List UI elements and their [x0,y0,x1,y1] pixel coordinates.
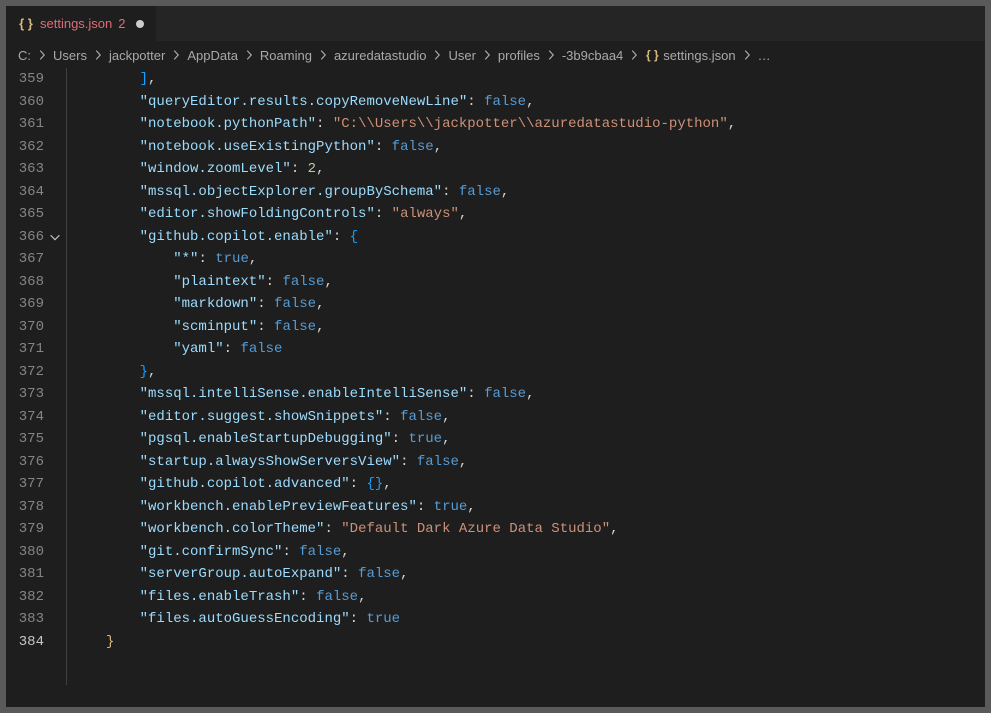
tab-bar: { } settings.json 2 [6,6,985,42]
chevron-right-icon [316,48,330,62]
line-number: 366 [6,226,58,249]
breadcrumb-overflow[interactable]: … [758,48,771,63]
breadcrumb-segment[interactable]: -3b9cbaa4 [562,48,623,63]
line-number: 367 [6,248,58,271]
line-number: 384 [6,631,58,654]
code-line[interactable]: ], [106,68,985,91]
breadcrumb-filename[interactable]: settings.json [663,48,735,63]
breadcrumb-segment[interactable]: AppData [187,48,238,63]
line-number: 371 [6,338,58,361]
chevron-right-icon [242,48,256,62]
chevron-right-icon [35,48,49,62]
line-number-gutter: 3593603613623633643653663673683693703713… [6,68,66,707]
line-number: 380 [6,541,58,564]
line-number: 360 [6,91,58,114]
dirty-indicator-icon [136,20,144,28]
code-line[interactable]: "notebook.pythonPath": "C:\\Users\\jackp… [106,113,985,136]
code-line[interactable]: "markdown": false, [106,293,985,316]
code-line[interactable]: "git.confirmSync": false, [106,541,985,564]
chevron-right-icon [430,48,444,62]
line-number: 363 [6,158,58,181]
breadcrumb-segment[interactable]: Roaming [260,48,312,63]
line-number: 373 [6,383,58,406]
code-line[interactable]: }, [106,361,985,384]
code-content[interactable]: ], "queryEditor.results.copyRemoveNewLin… [106,68,985,707]
code-line[interactable]: "editor.suggest.showSnippets": false, [106,406,985,429]
line-number: 369 [6,293,58,316]
json-file-icon: { } [18,16,34,32]
code-line[interactable]: "notebook.useExistingPython": false, [106,136,985,159]
line-number: 377 [6,473,58,496]
code-line[interactable]: "scminput": false, [106,316,985,339]
chevron-down-icon[interactable] [48,230,62,244]
line-number: 383 [6,608,58,631]
line-number: 362 [6,136,58,159]
line-number: 372 [6,361,58,384]
breadcrumb-segment[interactable]: profiles [498,48,540,63]
code-line[interactable]: "yaml": false [106,338,985,361]
chevron-right-icon [627,48,641,62]
code-line[interactable]: "files.autoGuessEncoding": true [106,608,985,631]
code-line[interactable]: "plaintext": false, [106,271,985,294]
code-line[interactable]: } [106,631,985,654]
chevron-right-icon [169,48,183,62]
code-line[interactable]: "editor.showFoldingControls": "always", [106,203,985,226]
code-line[interactable]: "pgsql.enableStartupDebugging": true, [106,428,985,451]
line-number: 381 [6,563,58,586]
code-line[interactable]: "workbench.colorTheme": "Default Dark Az… [106,518,985,541]
line-number: 376 [6,451,58,474]
line-number: 382 [6,586,58,609]
code-line[interactable]: "queryEditor.results.copyRemoveNewLine":… [106,91,985,114]
breadcrumb-segment[interactable]: C: [18,48,31,63]
line-number: 368 [6,271,58,294]
line-number: 374 [6,406,58,429]
code-line[interactable]: "github.copilot.advanced": {}, [106,473,985,496]
code-line[interactable]: "serverGroup.autoExpand": false, [106,563,985,586]
json-file-icon: { } [645,48,659,62]
code-line[interactable]: "window.zoomLevel": 2, [106,158,985,181]
line-number: 364 [6,181,58,204]
line-number: 361 [6,113,58,136]
tab-settings-json[interactable]: { } settings.json 2 [6,6,157,41]
code-line[interactable]: "startup.alwaysShowServersView": false, [106,451,985,474]
code-line[interactable]: "github.copilot.enable": { [106,226,985,249]
code-line[interactable]: "*": true, [106,248,985,271]
line-number: 375 [6,428,58,451]
line-number: 378 [6,496,58,519]
chevron-right-icon [544,48,558,62]
code-line[interactable]: "workbench.enablePreviewFeatures": true, [106,496,985,519]
chevron-right-icon [740,48,754,62]
code-editor[interactable]: 3593603613623633643653663673683693703713… [6,68,985,707]
tab-problems-badge: 2 [118,16,125,31]
editor-window: { } settings.json 2 C: Users jackpotter App… [6,6,985,707]
line-number: 365 [6,203,58,226]
line-number: 370 [6,316,58,339]
breadcrumb-segment[interactable]: azuredatastudio [334,48,427,63]
tab-filename: settings.json [40,16,112,31]
breadcrumb-segment[interactable]: Users [53,48,87,63]
line-number: 359 [6,68,58,91]
chevron-right-icon [480,48,494,62]
breadcrumb[interactable]: C: Users jackpotter AppData Roaming azuredata… [6,42,985,68]
indent-guides [66,68,106,707]
line-number: 379 [6,518,58,541]
code-line[interactable]: "mssql.intelliSense.enableIntelliSense":… [106,383,985,406]
code-line[interactable]: "files.enableTrash": false, [106,586,985,609]
code-line[interactable]: "mssql.objectExplorer.groupBySchema": fa… [106,181,985,204]
chevron-right-icon [91,48,105,62]
breadcrumb-segment[interactable]: jackpotter [109,48,165,63]
breadcrumb-segment[interactable]: User [448,48,475,63]
